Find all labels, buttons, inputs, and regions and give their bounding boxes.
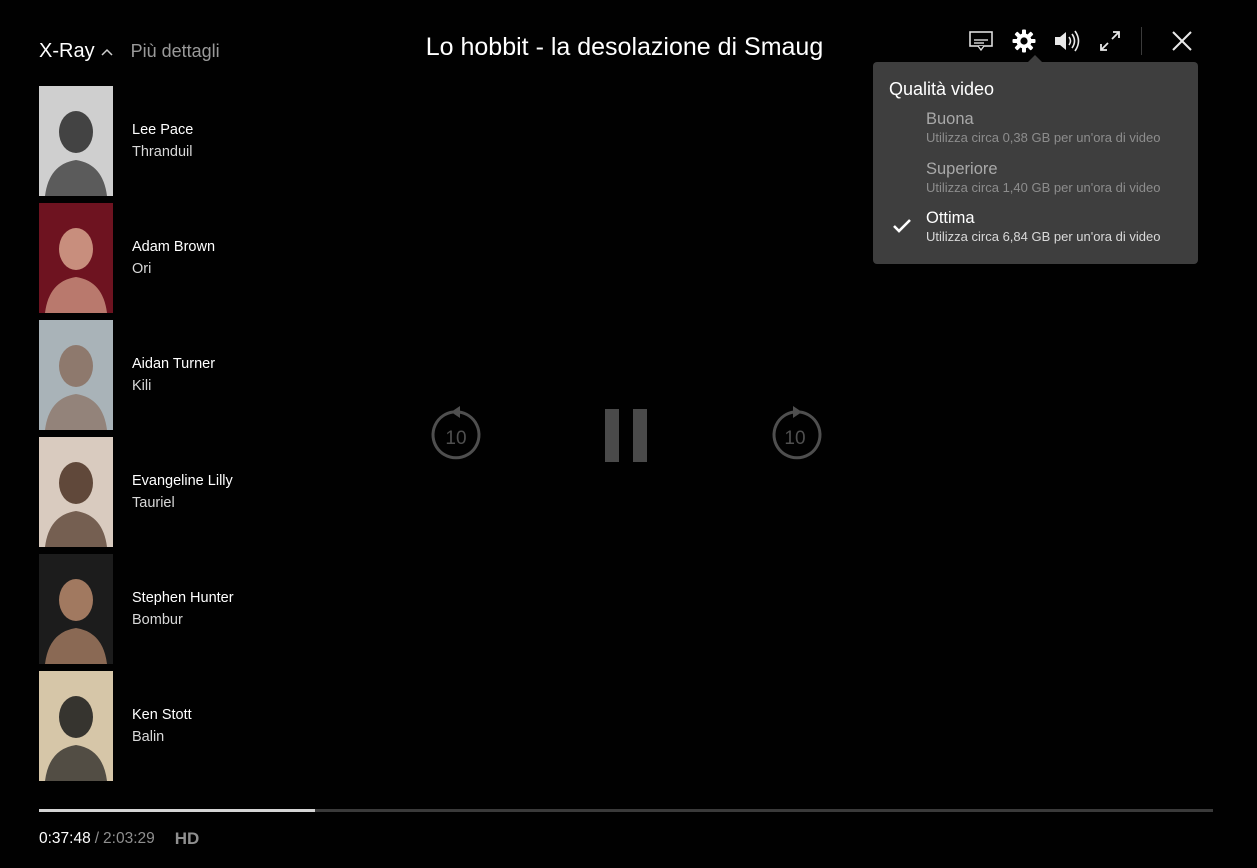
character-name: Tauriel (132, 494, 175, 511)
pause-button[interactable] (604, 409, 648, 467)
cast-text: Stephen Hunter Bombur (132, 587, 234, 631)
cast-item[interactable]: Aidan Turner Kili (39, 316, 279, 433)
fullscreen-icon (1100, 31, 1120, 51)
forward-10-button[interactable]: 10 (768, 405, 824, 468)
pause-icon (605, 409, 647, 462)
volume-button[interactable] (1052, 26, 1082, 56)
actor-name: Evangeline Lilly (132, 472, 233, 489)
fullscreen-button[interactable] (1095, 26, 1125, 56)
cast-text: Adam Brown Ori (132, 236, 215, 280)
character-name: Thranduil (132, 143, 193, 160)
quality-option-label: Ottima (926, 209, 975, 227)
portrait-placeholder-icon (45, 578, 107, 664)
time-display: 0:37:48 / 2:03:29 HD (39, 829, 199, 849)
quality-option-desc: Utilizza circa 6,84 GB per un'ora di vid… (926, 229, 1161, 244)
subtitles-icon (969, 31, 993, 52)
settings-button[interactable] (1009, 26, 1039, 56)
progress-bar[interactable] (39, 809, 1213, 812)
forward-label: 10 (784, 428, 805, 449)
rewind-10-icon: 10 (431, 406, 481, 460)
duration: 2:03:29 (103, 830, 155, 847)
quality-menu-title: Qualità video (889, 79, 995, 99)
volume-icon (1055, 30, 1080, 52)
settings-gear-icon (1012, 29, 1036, 53)
actor-name: Adam Brown (132, 238, 216, 255)
video-player: X-Ray Più dettagli Lo hobbit - la desola… (0, 0, 1257, 868)
cast-text: Ken Stott Balin (132, 704, 192, 748)
top-controls (966, 26, 1197, 56)
rewind-10-button[interactable]: 10 (429, 405, 485, 468)
actor-name: Aidan Turner (132, 355, 216, 372)
quality-options: Buona Utilizza circa 0,38 GB per un'ora d… (889, 109, 1182, 258)
forward-10-icon: 10 (772, 406, 822, 460)
quality-option[interactable]: Ottima Utilizza circa 6,84 GB per un'ora … (889, 208, 1182, 258)
subtitles-button[interactable] (966, 26, 996, 56)
cast-photo (39, 85, 113, 196)
close-icon (1172, 31, 1192, 51)
cast-item[interactable]: Ken Stott Balin (39, 667, 279, 784)
controls-divider (1141, 27, 1142, 55)
movie-title: Lo hobbit - la desolazione di Smaug (425, 33, 824, 61)
cast-photo (39, 553, 113, 664)
portrait-placeholder-icon (45, 227, 107, 313)
character-name: Balin (132, 728, 165, 745)
video-quality-menu: Qualità video Buona Utilizza circa 0,38 G… (873, 55, 1198, 264)
actor-name: Lee Pace (132, 121, 194, 138)
portrait-placeholder-icon (45, 461, 107, 547)
hd-badge: HD (174, 829, 200, 848)
rewind-label: 10 (445, 428, 466, 449)
cast-photo (39, 670, 113, 781)
actor-name: Stephen Hunter (132, 589, 234, 606)
cast-photo (39, 436, 113, 547)
progress-fill (39, 809, 316, 812)
cast-item[interactable]: Stephen Hunter Bombur (39, 550, 279, 667)
checkmark-icon (893, 219, 911, 233)
quality-option[interactable]: Superiore Utilizza circa 1,40 GB per un'o… (889, 159, 1182, 209)
xray-cast-list: Lee Pace Thranduil Adam Brown Ori Aidan Turn… (39, 82, 279, 784)
cast-text: Lee Pace Thranduil (132, 119, 193, 163)
cast-text: Aidan Turner Kili (132, 353, 215, 397)
character-name: Bombur (132, 611, 183, 628)
portrait-placeholder-icon (45, 110, 107, 196)
quality-option-desc: Utilizza circa 1,40 GB per un'ora di vid… (926, 179, 1161, 195)
quality-option-desc: Utilizza circa 0,38 GB per un'ora di vid… (926, 130, 1161, 145)
cast-item[interactable]: Lee Pace Thranduil (39, 82, 279, 199)
cast-item[interactable]: Adam Brown Ori (39, 199, 279, 316)
cast-photo (39, 202, 113, 313)
cast-photo (39, 319, 113, 430)
portrait-placeholder-icon (45, 695, 107, 781)
close-button[interactable] (1167, 26, 1197, 56)
quality-option-label: Buona (926, 110, 974, 128)
character-name: Kili (132, 377, 152, 394)
time-separator: / (94, 830, 100, 847)
cast-text: Evangeline Lilly Tauriel (132, 470, 233, 514)
portrait-placeholder-icon (45, 344, 107, 430)
actor-name: Ken Stott (132, 706, 192, 723)
quality-option-label: Superiore (926, 159, 998, 178)
current-time: 0:37:48 (39, 830, 91, 847)
character-name: Ori (132, 260, 152, 277)
cast-item[interactable]: Evangeline Lilly Tauriel (39, 433, 279, 550)
quality-option[interactable]: Buona Utilizza circa 0,38 GB per un'ora d… (889, 109, 1182, 159)
